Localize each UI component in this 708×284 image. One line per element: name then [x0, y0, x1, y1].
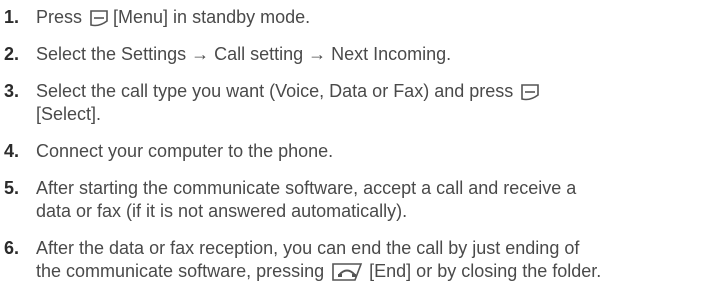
end-key-icon — [332, 263, 363, 281]
step-text-line1: Select the call type you want (Voice, Da… — [36, 81, 514, 101]
soft-key-icon — [521, 84, 540, 101]
step-text-after: [Menu] in standby mode. — [113, 7, 311, 27]
step-number: 1. — [4, 7, 20, 27]
step-text-line2-after: [End] or by closing the folder. — [369, 261, 602, 281]
step-text-line2: data or fax (if it is not answered autom… — [36, 201, 408, 221]
step-text-before: Press — [36, 7, 83, 27]
step-text-line1: After the data or fax reception, you can… — [36, 238, 580, 258]
step-text: Press [Menu] in standby mode. — [36, 6, 696, 29]
step-text-line2: [Select]. — [36, 104, 102, 124]
step-text-line1: After starting the communicate software,… — [36, 178, 577, 198]
step-text-line2-before: the communicate software, pressing — [36, 261, 325, 281]
step-number: 6. — [4, 238, 20, 258]
step-number: 3. — [4, 81, 20, 101]
step-number: 2. — [4, 44, 20, 64]
step-text: After the data or fax reception, you can… — [36, 237, 696, 283]
soft-key-icon — [90, 10, 108, 27]
step-text: After starting the communicate software,… — [36, 177, 696, 223]
instruction-list: 1. Press [Menu] in standby mode. 2. Sele… — [0, 0, 708, 281]
step-number: 5. — [4, 178, 20, 198]
step-text: Select the call type you want (Voice, Da… — [36, 80, 696, 126]
step-number: 4. — [4, 141, 20, 161]
step-text: Select the Settings → Call setting → Nex… — [36, 44, 452, 64]
step-text: Connect your computer to the phone. — [36, 141, 334, 161]
